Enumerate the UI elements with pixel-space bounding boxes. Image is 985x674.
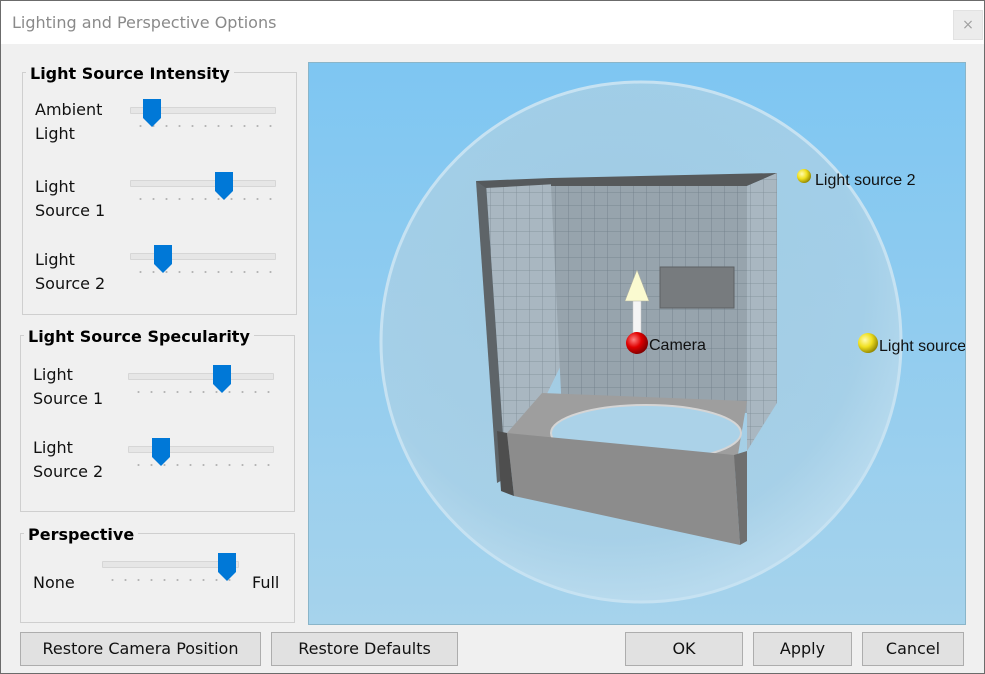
specularity-source1-label-1: Light — [33, 365, 73, 384]
light-source-2-label: Light source 2 — [815, 172, 916, 189]
specularity-source2-label-2: Source 2 — [33, 462, 104, 481]
specularity-source1-slider[interactable] — [128, 365, 274, 395]
apply-button[interactable]: Apply — [753, 632, 852, 666]
perspective-min-label: None — [33, 573, 75, 592]
intensity-source2-label-2: Source 2 — [35, 274, 106, 293]
restore-defaults-button[interactable]: Restore Defaults — [271, 632, 458, 666]
intensity-source1-label-1: Light — [35, 177, 75, 196]
camera-label: Camera — [649, 337, 706, 354]
specularity-source1-label-2: Source 1 — [33, 389, 104, 408]
ok-button[interactable]: OK — [625, 632, 743, 666]
slider-thumb[interactable] — [212, 365, 231, 393]
light-source-1-sphere-icon[interactable] — [858, 333, 878, 353]
slider-track — [130, 253, 276, 260]
cancel-button[interactable]: Cancel — [862, 632, 964, 666]
ambient-light-slider[interactable] — [130, 99, 276, 129]
slider-thumb[interactable] — [214, 172, 233, 200]
slider-thumb[interactable] — [151, 438, 170, 466]
slider-ticks — [134, 198, 272, 200]
intensity-source2-label-1: Light — [35, 250, 75, 269]
specularity-source2-label-1: Light — [33, 438, 73, 457]
light-intensity-legend: Light Source Intensity — [26, 64, 234, 83]
perspective-max-label: Full — [252, 573, 280, 592]
light-source-2-sphere-icon[interactable] — [797, 169, 811, 183]
close-button[interactable]: × — [953, 10, 983, 40]
shower-model — [476, 173, 777, 545]
slider-thumb[interactable] — [218, 553, 236, 581]
restore-camera-position-button[interactable]: Restore Camera Position — [20, 632, 261, 666]
intensity-source2-slider[interactable] — [130, 245, 276, 275]
light-specularity-legend: Light Source Specularity — [24, 327, 254, 346]
camera-sphere-icon[interactable] — [626, 332, 648, 354]
light-specularity-group — [20, 335, 295, 512]
ambient-light-label-1: Ambient — [35, 100, 103, 119]
slider-track — [128, 373, 274, 380]
slider-thumb[interactable] — [142, 99, 161, 127]
intensity-source1-label-2: Source 1 — [35, 201, 106, 220]
slider-track — [130, 180, 276, 187]
perspective-slider[interactable] — [102, 553, 239, 583]
slider-track — [128, 446, 274, 453]
perspective-legend: Perspective — [24, 525, 139, 544]
3d-preview-viewport[interactable]: Camera Light source 2 Light source — [308, 62, 966, 625]
intensity-source1-slider[interactable] — [130, 172, 276, 202]
light-source-1-label: Light source — [879, 338, 965, 355]
3d-scene[interactable]: Camera Light source 2 Light source — [309, 63, 965, 624]
slider-ticks — [106, 579, 235, 581]
title-bar: Lighting and Perspective Options × — [1, 1, 984, 44]
close-icon: × — [962, 17, 974, 33]
slider-thumb[interactable] — [153, 245, 172, 273]
specularity-source2-slider[interactable] — [128, 438, 274, 468]
dialog-window: Lighting and Perspective Options × Light… — [0, 0, 985, 674]
slider-ticks — [132, 391, 270, 393]
window-title: Lighting and Perspective Options — [12, 13, 277, 32]
ambient-light-label-2: Light — [35, 124, 75, 143]
